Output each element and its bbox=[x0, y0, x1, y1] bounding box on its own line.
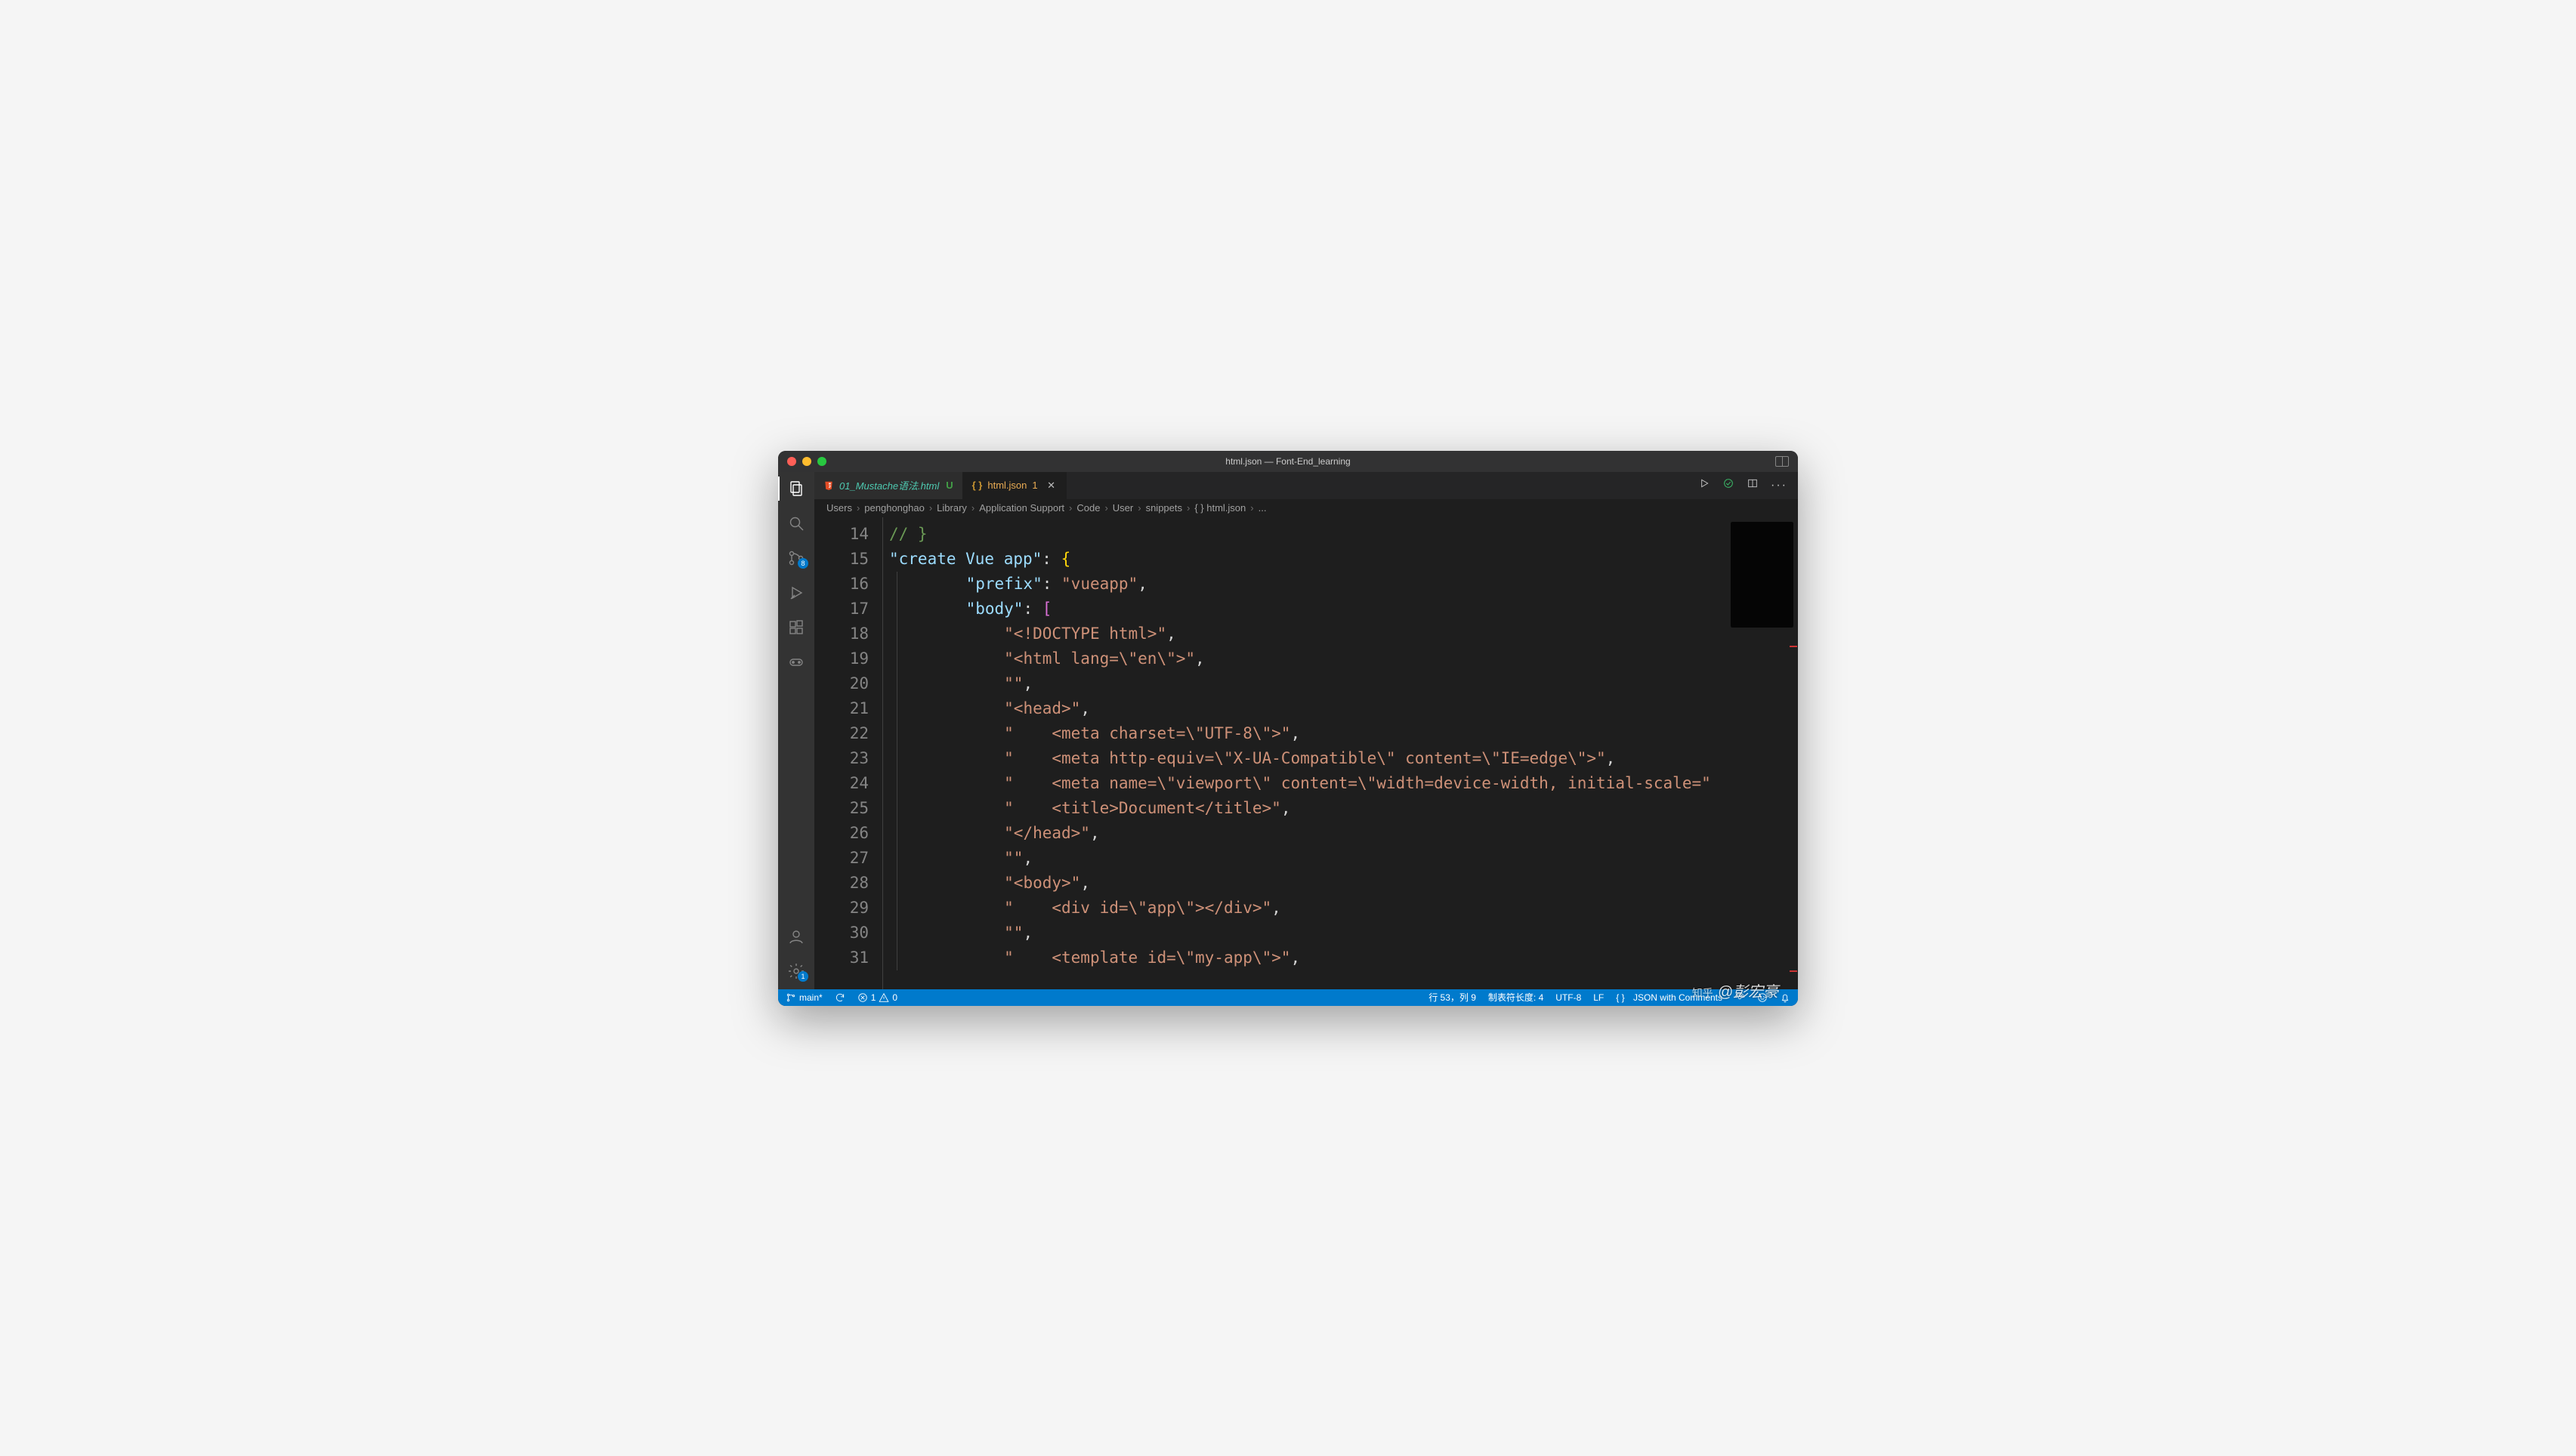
cursor-position[interactable]: 行 53，列 9 bbox=[1429, 991, 1476, 1004]
breadcrumb-segment[interactable]: snippets bbox=[1146, 502, 1182, 514]
breadcrumb-segment[interactable]: { } html.json bbox=[1194, 502, 1246, 514]
breadcrumb-segment[interactable]: ... bbox=[1259, 502, 1267, 514]
language-mode[interactable]: { } JSON with Comments bbox=[1616, 992, 1722, 1003]
code-line: " <template id=\"my-app\">", bbox=[897, 945, 1726, 970]
minimize-icon[interactable] bbox=[802, 457, 811, 466]
code-line: "prefix": "vueapp", bbox=[897, 572, 1726, 597]
live-server-icon[interactable] bbox=[1734, 992, 1745, 1003]
chevron-right-icon: › bbox=[1187, 502, 1190, 514]
titlebar: html.json — Font-End_learning bbox=[778, 451, 1798, 472]
editor[interactable]: 141516171819202122232425262728293031 // … bbox=[814, 517, 1798, 989]
error-count: 1 bbox=[871, 992, 876, 1003]
json-icon: { } bbox=[972, 480, 983, 491]
editor-actions: ··· bbox=[1688, 472, 1798, 499]
tab-size[interactable]: 制表符长度: 4 bbox=[1488, 991, 1543, 1004]
code-line: " <div id=\"app\"></div>", bbox=[897, 896, 1726, 921]
tab[interactable]: 01_Mustache语法.html U bbox=[814, 472, 963, 499]
sync-icon[interactable] bbox=[835, 992, 845, 1003]
code-line: "<body>", bbox=[897, 871, 1726, 896]
breadcrumb-segment[interactable]: Library bbox=[937, 502, 967, 514]
window-controls bbox=[787, 457, 826, 466]
problems[interactable]: 1 0 bbox=[857, 992, 897, 1003]
tab-modified-count: 1 bbox=[1032, 480, 1037, 491]
eol[interactable]: LF bbox=[1593, 992, 1604, 1003]
code-line: "<head>", bbox=[897, 696, 1726, 721]
chevron-right-icon: › bbox=[1069, 502, 1072, 514]
window-title: html.json — Font-End_learning bbox=[778, 456, 1798, 467]
code-line: " <meta name=\"viewport\" content=\"widt… bbox=[897, 771, 1726, 796]
minimap[interactable] bbox=[1726, 517, 1798, 989]
notifications-icon[interactable] bbox=[1780, 992, 1790, 1003]
more-icon[interactable]: ··· bbox=[1771, 479, 1787, 492]
tab-bar: 01_Mustache语法.html U { } html.json 1 ✕ ··· bbox=[814, 472, 1798, 499]
code-line: "", bbox=[897, 921, 1726, 945]
breadcrumb-segment[interactable]: Users bbox=[826, 502, 852, 514]
tab[interactable]: { } html.json 1 ✕ bbox=[963, 472, 1067, 499]
line-gutter: 141516171819202122232425262728293031 bbox=[814, 517, 882, 989]
code-line: "", bbox=[897, 846, 1726, 871]
html5-icon bbox=[823, 480, 834, 491]
breadcrumb-segment[interactable]: Application Support bbox=[979, 502, 1064, 514]
code-line: "<!DOCTYPE html>", bbox=[897, 622, 1726, 646]
layout-toggle-icon[interactable] bbox=[1775, 456, 1789, 467]
code-line: // } bbox=[889, 522, 1726, 547]
code-line: "</head>", bbox=[897, 821, 1726, 846]
chevron-right-icon: › bbox=[1104, 502, 1107, 514]
activity-bar: 8 1 bbox=[778, 472, 814, 989]
maximize-icon[interactable] bbox=[817, 457, 826, 466]
status-bar: main* 1 0 行 53，列 9 制表符长度: 4 UTF-8 LF { }… bbox=[778, 989, 1798, 1006]
tab-git-status: U bbox=[946, 480, 953, 491]
chevron-right-icon: › bbox=[1250, 502, 1253, 514]
code-line: "body": [ bbox=[897, 597, 1726, 622]
chevron-right-icon: › bbox=[1138, 502, 1141, 514]
code-line: " <meta http-equiv=\"X-UA-Compatible\" c… bbox=[897, 746, 1726, 771]
explorer-icon[interactable] bbox=[787, 480, 805, 498]
tab-close-icon[interactable]: ✕ bbox=[1046, 480, 1057, 491]
encoding[interactable]: UTF-8 bbox=[1555, 992, 1581, 1003]
run-debug-icon[interactable] bbox=[787, 584, 805, 602]
chevron-right-icon: › bbox=[929, 502, 932, 514]
code-line: "create Vue app": { bbox=[889, 547, 1726, 572]
search-icon[interactable] bbox=[787, 514, 805, 532]
close-icon[interactable] bbox=[787, 457, 796, 466]
vscode-window: html.json — Font-End_learning 8 bbox=[778, 451, 1798, 1006]
git-branch[interactable]: main* bbox=[786, 992, 823, 1003]
editor-group: 01_Mustache语法.html U{ }html.json 1✕ ··· … bbox=[814, 472, 1798, 989]
breadcrumb[interactable]: Users › penghonghao › Library › Application Su… bbox=[814, 499, 1798, 517]
remote-icon[interactable] bbox=[787, 653, 805, 671]
account-icon[interactable] bbox=[787, 927, 805, 945]
source-control-icon[interactable]: 8 bbox=[787, 549, 805, 567]
chevron-right-icon: › bbox=[857, 502, 860, 514]
extensions-icon[interactable] bbox=[787, 618, 805, 637]
branch-label: main* bbox=[799, 992, 823, 1003]
breadcrumb-segment[interactable]: penghonghao bbox=[864, 502, 925, 514]
code-line: " <meta charset=\"UTF-8\">", bbox=[897, 721, 1726, 746]
warning-count: 0 bbox=[892, 992, 897, 1003]
tab-label: html.json bbox=[987, 480, 1027, 491]
code-area[interactable]: // }"create Vue app": { "prefix": "vueap… bbox=[882, 517, 1726, 989]
feedback-icon[interactable] bbox=[1757, 992, 1768, 1003]
split-editor-icon[interactable] bbox=[1747, 477, 1759, 493]
tab-label: 01_Mustache语法.html bbox=[839, 478, 939, 492]
scm-badge: 8 bbox=[798, 558, 808, 569]
run-icon[interactable] bbox=[1698, 477, 1710, 493]
settings-badge: 1 bbox=[798, 971, 808, 982]
code-line: "<html lang=\"en\">", bbox=[897, 646, 1726, 671]
code-line: " <title>Document</title>", bbox=[897, 796, 1726, 821]
breadcrumb-segment[interactable]: User bbox=[1113, 502, 1133, 514]
code-line: "", bbox=[897, 671, 1726, 696]
remote-status-icon[interactable] bbox=[1722, 477, 1734, 493]
chevron-right-icon: › bbox=[971, 502, 974, 514]
settings-icon[interactable]: 1 bbox=[787, 962, 805, 980]
breadcrumb-segment[interactable]: Code bbox=[1076, 502, 1100, 514]
